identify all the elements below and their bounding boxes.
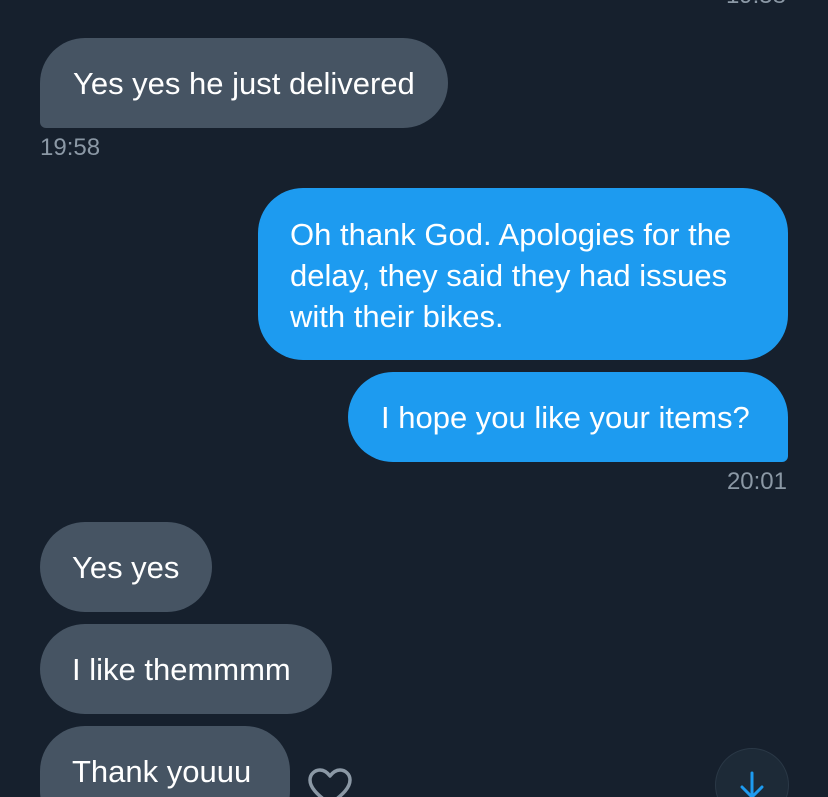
message-bubble-received[interactable]: Yes yes [40, 522, 212, 612]
message-bubble-received[interactable]: Thank youuu [40, 726, 290, 797]
message-text-line: Oh thank God. Apologies for the [290, 217, 732, 252]
conversation-thread: 19:58 Yes yes he just delivered 19:58 Oh… [0, 0, 828, 797]
message-bubble-sent[interactable]: I hope you like your items? [348, 372, 788, 462]
message-text: I hope you like your items? [381, 400, 750, 435]
message-bubble-sent[interactable]: Oh thank God. Apologies for the delay, t… [258, 188, 788, 360]
message-timestamp: 19:58 [40, 134, 101, 161]
message-timestamp: 20:01 [726, 468, 787, 495]
message-text: Yes yes [72, 550, 180, 585]
message-bubble-received[interactable]: I like themmmm [40, 624, 332, 714]
message-text-line: with their bikes. [290, 299, 504, 334]
message-text: Yes yes he just delivered [73, 66, 415, 101]
heart-outline-icon[interactable] [306, 768, 354, 797]
message-text: I like themmmm [72, 652, 291, 687]
timestamp-top-cropped: 19:58 [726, 0, 786, 8]
message-text: Thank youuu [72, 754, 252, 789]
message-text-line: delay, they said they had issues [290, 258, 728, 293]
scroll-to-bottom-button[interactable] [716, 749, 788, 797]
arrow-down-icon [739, 749, 765, 797]
message-bubble-received[interactable]: Yes yes he just delivered [40, 38, 448, 128]
